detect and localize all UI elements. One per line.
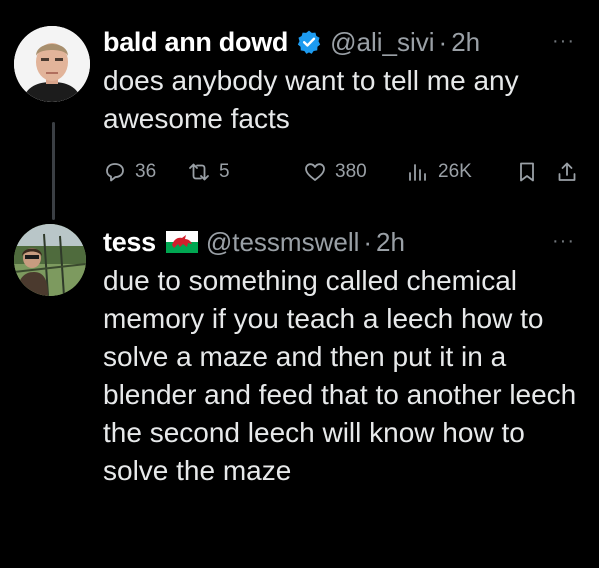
share-icon — [558, 162, 576, 181]
tweet-text: due to something called chemical memory … — [103, 265, 577, 486]
tweet-actions: 36 5 380 26K — [103, 160, 583, 194]
view-count: 26K — [438, 161, 472, 182]
bookmark-button[interactable] — [515, 160, 539, 184]
avatar-photo — [14, 224, 86, 296]
retweet-count: 5 — [219, 161, 230, 182]
display-name[interactable]: bald ann dowd — [103, 27, 288, 58]
like-button[interactable]: 380 — [303, 160, 367, 184]
like-icon — [305, 163, 325, 181]
wales-flag-icon — [165, 231, 198, 253]
share-button[interactable] — [555, 160, 579, 184]
bookmark-icon — [520, 162, 534, 182]
verified-badge-icon — [297, 30, 321, 54]
reply-count: 36 — [135, 161, 157, 182]
timestamp[interactable]: 2h — [451, 27, 480, 58]
display-name[interactable]: tess — [103, 227, 156, 258]
retweet-button[interactable]: 5 — [187, 160, 230, 184]
avatar-portrait — [14, 26, 90, 102]
tweet-header: tess @tessmswell · 2h — [103, 222, 585, 262]
separator-dot: · — [363, 226, 373, 257]
tweet-header: bald ann dowd @ali_sivi · 2h — [103, 22, 585, 62]
tweet-content: bald ann dowd @ali_sivi · 2h ··· does an… — [103, 22, 585, 138]
user-handle[interactable]: @tessmswell — [206, 227, 360, 258]
separator-dot: · — [438, 26, 448, 57]
reply-icon — [106, 163, 124, 182]
avatar-tess[interactable] — [14, 224, 86, 296]
reply-button[interactable]: 36 — [103, 160, 156, 184]
tweet-content: tess @tessmswell · 2h ··· due to somethi… — [103, 222, 585, 490]
user-handle[interactable]: @ali_sivi — [330, 27, 434, 58]
views-button[interactable]: 26K — [406, 160, 472, 184]
like-count: 380 — [335, 161, 367, 182]
timestamp[interactable]: 2h — [376, 227, 405, 258]
avatar-bald-ann-dowd[interactable] — [14, 26, 90, 102]
more-icon[interactable]: ··· — [552, 30, 575, 53]
tweet-text: does anybody want to tell me any awesome… — [103, 65, 519, 134]
retweet-icon — [189, 163, 209, 181]
views-icon — [409, 164, 426, 181]
thread-connector-line — [52, 122, 55, 220]
more-icon[interactable]: ··· — [552, 230, 575, 253]
